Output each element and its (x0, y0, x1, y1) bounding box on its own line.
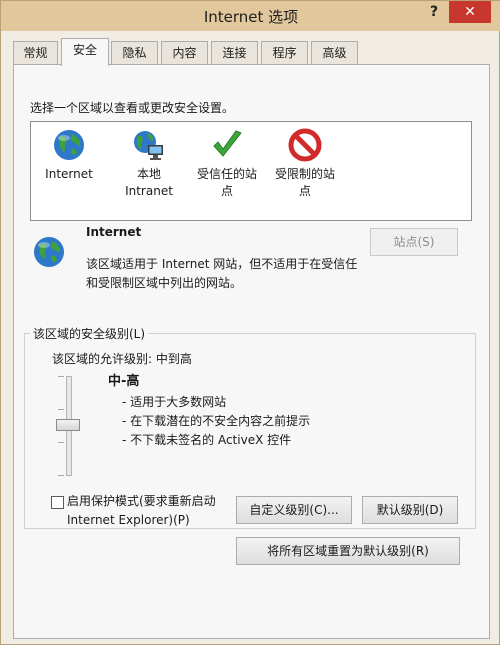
slider-tick (58, 409, 64, 410)
protected-mode-label-line-2: Internet Explorer)(P) (67, 513, 190, 527)
zone-restricted-label-1: 受限制的站 (274, 167, 335, 181)
reset-all-zones-button[interactable]: 将所有区域重置为默认级别(R) (236, 537, 460, 565)
allowed-level-text: 该区域的允许级别: 中到高 (52, 352, 192, 366)
security-tab-panel: 选择一个区域以查看或更改安全设置。 Internet 本地 Intranet 受… (13, 64, 490, 639)
slider-tick (58, 376, 64, 377)
zone-restricted-sites[interactable]: 受限制的站 点 (267, 128, 343, 200)
zone-restricted-label-2: 点 (298, 184, 311, 198)
zone-trusted-sites[interactable]: 受信任的站 点 (189, 128, 265, 200)
zone-intranet-label-2: Intranet (125, 184, 173, 198)
zone-internet[interactable]: Internet (31, 128, 107, 183)
protected-mode-label-line-1: 启用保护模式(要求重新启动 (67, 494, 216, 508)
sites-button[interactable]: 站点(S) (370, 228, 458, 256)
tab-connections[interactable]: 连接 (211, 41, 258, 65)
zone-trusted-label-1: 受信任的站 (196, 167, 257, 181)
security-level-description: - 适用于大多数网站 - 在下载潜在的不安全内容之前提示 - 不下载未签名的 A… (122, 393, 310, 450)
tab-content[interactable]: 内容 (161, 41, 208, 65)
security-level-name: 中-高 (108, 374, 140, 389)
protected-mode-checkbox[interactable] (51, 496, 64, 509)
tab-security[interactable]: 安全 (61, 38, 109, 66)
tab-programs[interactable]: 程序 (261, 41, 308, 65)
tab-advanced[interactable]: 高级 (311, 41, 358, 65)
slider-thumb[interactable] (56, 419, 80, 431)
zone-trusted-label-2: 点 (220, 184, 233, 198)
slider-tick (58, 475, 64, 476)
zone-intranet-label-1: 本地 (136, 167, 161, 181)
close-button[interactable]: ✕ (449, 1, 491, 23)
zone-internet-label: Internet (45, 167, 93, 181)
protected-mode-label[interactable]: 启用保护模式(要求重新启动 Internet Explorer)(P) (67, 492, 216, 530)
tab-privacy[interactable]: 隐私 (111, 41, 158, 65)
restricted-icon (288, 128, 322, 162)
intranet-icon (134, 131, 163, 160)
zone-local-intranet[interactable]: 本地 Intranet (111, 128, 187, 200)
level-bullet: - 适用于大多数网站 (122, 395, 227, 409)
selected-zone-title: Internet (86, 225, 142, 239)
help-button[interactable]: ? (425, 4, 443, 24)
slider-tick (58, 442, 64, 443)
zone-desc-line-2: 和受限制区域中列出的网站。 (86, 276, 243, 290)
custom-level-button[interactable]: 自定义级别(C)... (236, 496, 352, 524)
default-level-button[interactable]: 默认级别(D) (362, 496, 458, 524)
level-bullet: - 不下载未签名的 ActiveX 控件 (122, 433, 292, 447)
security-level-legend: 该区域的安全级别(L) (30, 325, 149, 342)
title-bar[interactable]: Internet 选项 ? ✕ (1, 1, 500, 31)
zone-list: Internet 本地 Intranet 受信任的站 点 受限制的站 点 (30, 121, 472, 221)
globe-icon (34, 237, 64, 267)
globe-icon (54, 130, 84, 160)
zone-desc-line-1: 该区域适用于 Internet 网站，但不适用于在受信任 (86, 257, 358, 271)
level-bullet: - 在下载潜在的不安全内容之前提示 (122, 414, 311, 428)
zone-caption: 选择一个区域以查看或更改安全设置。 (30, 101, 235, 115)
checkmark-icon (213, 130, 242, 157)
tab-general[interactable]: 常规 (13, 41, 58, 65)
selected-zone-description: 该区域适用于 Internet 网站，但不适用于在受信任 和受限制区域中列出的网… (86, 255, 386, 293)
internet-options-dialog: Internet 选项 ? ✕ 常规 安全 隐私 内容 连接 程序 高级 选择一… (0, 0, 500, 645)
